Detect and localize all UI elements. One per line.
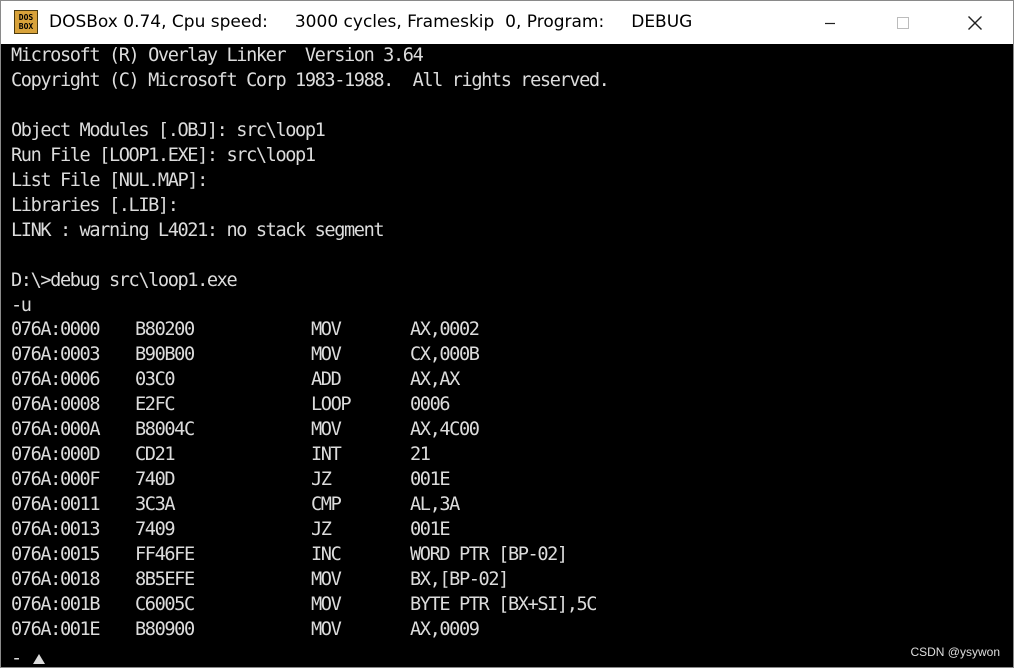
operands: AX,AX [410, 369, 460, 391]
console-line: LINK : warning L4021: no stack segment [11, 219, 385, 241]
mnemonic: MOV [311, 568, 342, 590]
opcode-bytes: B90B00 [135, 344, 195, 366]
disassembly-row: 076A:000A B8004C MOV AX,4C00 [11, 417, 911, 442]
console-line: Libraries [.LIB]: [11, 194, 179, 216]
console-line: D:\>debug src\loop1.exe [11, 269, 238, 291]
disassembly-row: 076A:0006 03C0 ADD AX,AX [11, 367, 911, 392]
address: 076A:001B [11, 593, 101, 615]
opcode-bytes: E2FC [135, 394, 176, 416]
console-line: Copyright (C) Microsoft Corp 1983-1988. … [11, 69, 610, 91]
operands: BYTE PTR [BX+SI],5C [410, 593, 597, 615]
disassembly-row: 076A:0015 FF46FE INC WORD PTR [BP-02] [11, 542, 911, 567]
disassembly-row: 076A:0008 E2FC LOOP 0006 [11, 392, 911, 417]
mnemonic: JZ [311, 519, 332, 541]
title-bar[interactable]: DOS BOX DOSBox 0.74, Cpu speed: 3000 cyc… [1, 1, 1013, 44]
opcode-bytes: CD21 [135, 444, 176, 466]
address: 076A:0011 [11, 494, 101, 516]
opcode-bytes: 740D [135, 469, 176, 491]
disassembly-row: 076A:0003 B90B00 MOV CX,000B [11, 342, 911, 367]
mnemonic: MOV [311, 319, 342, 341]
disassembly-row: 076A:001B C6005C MOV BYTE PTR [BX+SI],5C [11, 592, 911, 617]
operands: 001E [410, 519, 451, 541]
opcode-bytes: B8004C [135, 419, 195, 441]
minimize-icon [825, 22, 835, 24]
opcode-bytes: B80900 [135, 618, 195, 640]
disassembly-row: 076A:0000 B80200 MOV AX,0002 [11, 317, 911, 342]
opcode-bytes: 8B5EFE [135, 568, 195, 590]
mnemonic: MOV [311, 344, 342, 366]
operands: BX,[BP-02] [410, 568, 509, 590]
console-line: Microsoft (R) Overlay Linker Version 3.6… [11, 45, 424, 66]
mnemonic: ADD [311, 369, 342, 391]
mnemonic: INT [311, 444, 342, 466]
operands: AX,0002 [410, 319, 480, 341]
dosbox-window: DOS BOX DOSBox 0.74, Cpu speed: 3000 cyc… [0, 0, 1014, 668]
mnemonic: MOV [311, 618, 342, 640]
disassembly-row: 076A:000D CD21 INT 21 [11, 442, 911, 467]
console-line: Object Modules [.OBJ]: src\loop1 [11, 119, 326, 141]
mnemonic: MOV [311, 593, 342, 615]
address: 076A:0018 [11, 568, 101, 590]
opcode-bytes: 3C3A [135, 494, 176, 516]
dosbox-icon-bottom-text: BOX [18, 22, 34, 31]
address: 076A:000D [11, 444, 101, 466]
address: 076A:000F [11, 469, 101, 491]
disassembly-row: 076A:0013 7409 JZ 001E [11, 517, 911, 542]
console-line: List File [NUL.MAP]: [11, 169, 208, 191]
mnemonic: LOOP [311, 394, 352, 416]
console-line: -u [11, 294, 32, 316]
opcode-bytes: 7409 [135, 519, 176, 541]
address: 076A:0008 [11, 394, 101, 416]
mnemonic: CMP [311, 494, 342, 516]
address: 076A:0003 [11, 344, 101, 366]
operands: AX,0009 [410, 618, 480, 640]
opcode-bytes: B80200 [135, 319, 195, 341]
operands: AX,4C00 [410, 419, 480, 441]
command-prompt[interactable]: - [11, 648, 51, 667]
operands: CX,000B [410, 344, 480, 366]
window-title: DOSBox 0.74, Cpu speed: 3000 cycles, Fra… [49, 12, 693, 32]
operands: 21 [410, 444, 431, 466]
dos-console[interactable]: Microsoft (R) Overlay Linker Version 3.6… [1, 44, 1013, 667]
opcode-bytes: C6005C [135, 593, 195, 615]
dosbox-icon-top-text: DOS [18, 13, 34, 22]
opcode-bytes: FF46FE [135, 544, 195, 565]
disassembly-row: 076A:001E B80900 MOV AX,0009 [11, 617, 911, 642]
console-line: Run File [LOOP1.EXE]: src\loop1 [11, 144, 316, 166]
address: 076A:0015 [11, 544, 101, 565]
address: 076A:0013 [11, 519, 101, 541]
maximize-button[interactable] [880, 1, 926, 44]
operands: 001E [410, 469, 451, 491]
mnemonic: INC [311, 544, 342, 565]
address: 076A:0006 [11, 369, 101, 391]
close-button[interactable] [952, 1, 998, 44]
close-icon [968, 15, 982, 30]
mouse-pointer-icon [33, 654, 45, 664]
minimize-button[interactable] [807, 1, 853, 44]
operands: 0006 [410, 394, 451, 416]
disassembly-row: 076A:0011 3C3A CMP AL,3A [11, 492, 911, 517]
address: 076A:001E [11, 618, 101, 640]
disassembly-row: 076A:000F 740D JZ 001E [11, 467, 911, 492]
dosbox-icon[interactable]: DOS BOX [14, 10, 38, 34]
mnemonic: JZ [311, 469, 332, 491]
mnemonic: MOV [311, 419, 342, 441]
address: 076A:0000 [11, 319, 101, 341]
watermark: CSDN @ysywon [910, 645, 1000, 659]
disassembly-row: 076A:0018 8B5EFE MOV BX,[BP-02] [11, 567, 911, 592]
operands: AL,3A [410, 494, 460, 516]
prompt-dash: - [11, 648, 22, 668]
maximize-icon [897, 16, 909, 29]
operands: WORD PTR [BP-02] [410, 544, 568, 565]
address: 076A:000A [11, 419, 101, 441]
opcode-bytes: 03C0 [135, 369, 176, 391]
